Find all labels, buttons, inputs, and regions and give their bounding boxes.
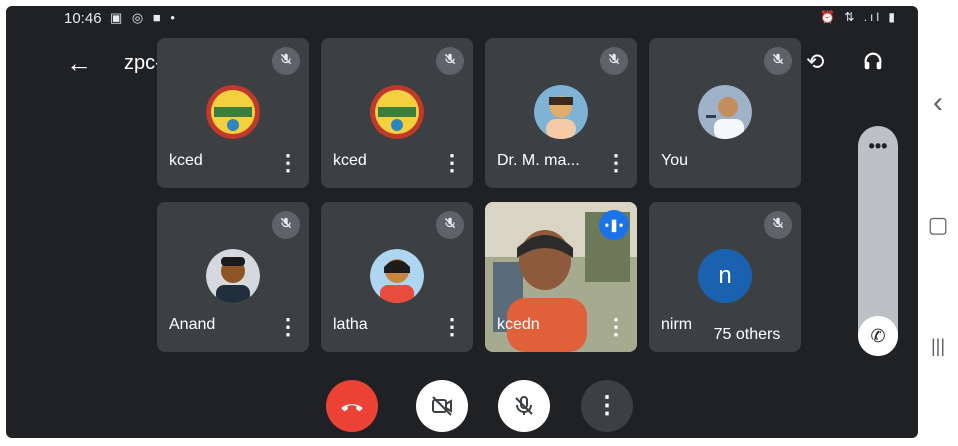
avatar: [370, 85, 424, 139]
mic-off-icon: [272, 47, 300, 75]
participant-name: kced: [169, 152, 203, 169]
avatar-letter: n: [698, 249, 752, 303]
headphones-icon[interactable]: [862, 50, 884, 77]
more-options-icon[interactable]: ⋮: [441, 152, 463, 174]
more-options-button[interactable]: ⋮: [581, 380, 633, 432]
notification-icons: ▣ ◎ ■ •: [110, 10, 178, 25]
avatar: [534, 85, 588, 139]
participant-name: nirm: [661, 316, 693, 333]
mic-off-icon: [515, 396, 533, 415]
mic-toggle-button[interactable]: [498, 380, 550, 432]
side-panel: ••• ✆: [858, 126, 898, 356]
speaking-indicator-icon: •❚•: [599, 210, 629, 240]
more-options-icon[interactable]: ⋮: [605, 152, 627, 174]
mic-off-icon: [764, 211, 792, 239]
nav-recents-icon[interactable]: |||: [918, 336, 958, 357]
system-icons: ⏰ ⇅ .ıl ▮: [820, 10, 898, 24]
participant-name: kcedn: [497, 316, 540, 333]
participant-video-tile[interactable]: •❚• kcedn ⋮: [485, 202, 637, 352]
mic-off-icon: [764, 47, 792, 75]
end-call-icon: [341, 404, 363, 412]
participant-tile[interactable]: Dr. M. ma... ⋮: [485, 38, 637, 188]
more-options-icon[interactable]: ⋮: [277, 316, 299, 338]
nav-home-icon[interactable]: ▢: [918, 212, 958, 238]
participant-name: You: [661, 152, 688, 169]
more-options-icon[interactable]: ⋮: [605, 316, 627, 338]
camera-off-icon: [432, 396, 452, 416]
more-options-icon[interactable]: ⋮: [441, 316, 463, 338]
participant-tile[interactable]: kced ⋮: [321, 38, 473, 188]
camera-toggle-button[interactable]: [416, 380, 468, 432]
more-options-icon[interactable]: ⋮: [277, 152, 299, 174]
participant-name: kced: [333, 152, 367, 169]
more-icon[interactable]: •••: [858, 136, 898, 157]
back-arrow-icon[interactable]: ←: [66, 50, 92, 76]
participant-name: latha: [333, 316, 368, 333]
end-call-button[interactable]: [326, 380, 378, 432]
phone-icon[interactable]: ✆: [858, 316, 898, 356]
nav-back-icon[interactable]: ‹: [918, 86, 958, 120]
participant-tile[interactable]: latha ⋮: [321, 202, 473, 352]
participant-name: Anand: [169, 316, 216, 333]
android-nav-bar: ‹ ▢ |||: [918, 0, 958, 446]
mic-off-icon: [600, 47, 628, 75]
avatar: [698, 85, 752, 139]
avatar: [206, 85, 260, 139]
meet-window: 10:46 ▣ ◎ ■ • ⏰ ⇅ .ıl ▮ ← zpc-dbvp-smz ⟲…: [6, 6, 918, 438]
mic-off-icon: [272, 211, 300, 239]
camera-switch-icon[interactable]: ⟲: [806, 50, 824, 74]
participant-tile[interactable]: You: [649, 38, 801, 188]
others-count-pill[interactable]: 75 others: [694, 318, 800, 352]
participant-tile[interactable]: Anand ⋮: [157, 202, 309, 352]
avatar: [206, 249, 260, 303]
participant-tile[interactable]: kced ⋮: [157, 38, 309, 188]
avatar: [370, 249, 424, 303]
participant-name: Dr. M. ma...: [497, 152, 580, 169]
status-bar: 10:46 ▣ ◎ ■ • ⏰ ⇅ .ıl ▮: [6, 6, 918, 32]
mic-off-icon: [436, 211, 464, 239]
mic-off-icon: [436, 47, 464, 75]
status-time: 10:46: [64, 10, 102, 27]
